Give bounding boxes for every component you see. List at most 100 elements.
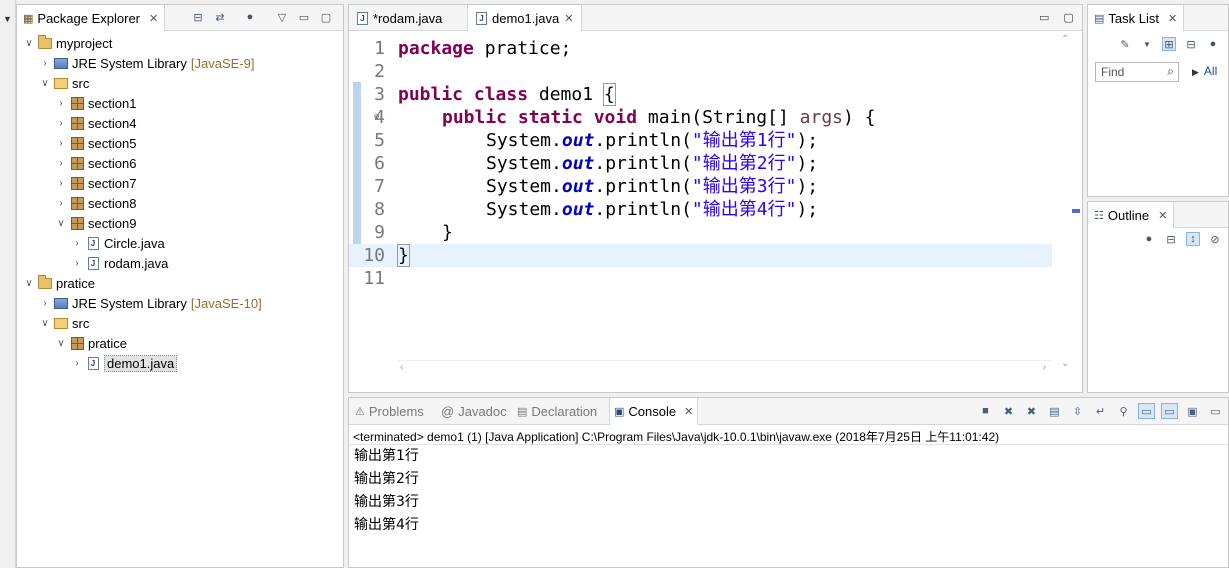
tab-declaration[interactable]: ▤ Declaration	[513, 398, 601, 425]
expand-arrow-icon[interactable]: ∨	[55, 338, 67, 349]
show-on-output-icon[interactable]: ▭	[1138, 403, 1155, 419]
tree-item-section4[interactable]: › section4	[17, 113, 343, 133]
scroll-left-icon[interactable]: ‹	[400, 362, 403, 373]
display-console-icon[interactable]: ▭	[1207, 403, 1224, 419]
tree-item-demo1-java[interactable]: › J demo1.java	[17, 353, 343, 373]
expand-arrow-icon[interactable]: ›	[55, 98, 67, 109]
hide-fields-icon[interactable]: ⊘	[1208, 232, 1222, 246]
expand-arrow-icon[interactable]: ›	[39, 58, 51, 69]
tree-item-section6[interactable]: › section6	[17, 153, 343, 173]
pin-console-icon[interactable]: ⚲	[1115, 403, 1132, 419]
tab-console[interactable]: ▣ Console ✕	[609, 398, 699, 425]
terminate-icon[interactable]: ■	[977, 403, 994, 419]
clear-console-icon[interactable]: ▤	[1046, 403, 1063, 419]
open-console-icon[interactable]: ▣	[1184, 403, 1201, 419]
tree-item-section5[interactable]: › section5	[17, 133, 343, 153]
tree-item-jre-library[interactable]: › JRE System Library [JavaSE-10]	[17, 293, 343, 313]
scheduled-icon[interactable]: ⊟	[1184, 37, 1198, 51]
scroll-up-icon[interactable]: ⌃	[1061, 34, 1069, 45]
scroll-lock-icon[interactable]: ⇳	[1069, 403, 1086, 419]
expand-arrow-icon[interactable]: ›	[55, 158, 67, 169]
tree-item-myproject[interactable]: ∨ myproject	[17, 33, 343, 53]
close-icon[interactable]: ✕	[684, 405, 693, 418]
expand-arrow-icon[interactable]: ∨	[39, 318, 51, 329]
package-icon	[69, 216, 85, 230]
tree-item-rodam-java[interactable]: › J rodam.java	[17, 253, 343, 273]
tree-item-src[interactable]: ∨ src	[17, 313, 343, 333]
package-explorer-title: Package Explorer	[37, 10, 141, 26]
search-icon[interactable]: ⌕	[1167, 64, 1174, 79]
tree-item-section8[interactable]: › section8	[17, 193, 343, 213]
close-icon[interactable]: ✕	[1158, 209, 1167, 222]
scroll-down-icon[interactable]: ⌄	[1061, 358, 1069, 369]
find-input[interactable]: Find ⌕	[1095, 62, 1179, 82]
all-filter-link[interactable]: ▶ All	[1192, 64, 1217, 78]
show-on-error-icon[interactable]: ▭	[1161, 403, 1178, 419]
expand-arrow-icon[interactable]: ∨	[23, 278, 35, 289]
code-token: System.	[486, 199, 562, 220]
tree-item-pratice-package[interactable]: ∨ pratice	[17, 333, 343, 353]
maximize-icon[interactable]: ▢	[319, 10, 333, 24]
tab-task-list[interactable]: ▤ Task List ✕	[1088, 5, 1185, 31]
expand-arrow-icon[interactable]: ∨	[39, 78, 51, 89]
tab-demo1-java[interactable]: J demo1.java ✕	[467, 5, 583, 31]
close-icon[interactable]: ✕	[564, 12, 573, 25]
code-token: );	[796, 153, 819, 174]
sort-icon[interactable]: ↕	[1186, 232, 1200, 246]
horizontal-scrollbar[interactable]: ‹ ›	[398, 360, 1054, 376]
collapse-all-icon[interactable]: ⊟	[191, 10, 205, 24]
task-list-view: ▤ Task List ✕ ✎ ▼ ⊞ ⊟ ● Find ⌕ ▶ All	[1087, 4, 1229, 197]
expand-arrow-icon[interactable]: ›	[55, 138, 67, 149]
expand-arrow-icon[interactable]: ∨	[55, 218, 67, 229]
tab-package-explorer[interactable]: ▦ Package Explorer ✕	[17, 5, 166, 31]
minimize-icon[interactable]: ▭	[297, 10, 311, 24]
scroll-right-icon[interactable]: ›	[1043, 362, 1046, 373]
filter-icon[interactable]: ●	[1142, 232, 1156, 246]
word-wrap-icon[interactable]: ↵	[1092, 403, 1109, 419]
package-explorer-view: ▦ Package Explorer ✕ ⊟ ⇄ ● ▽ ▭ ▢ ∨ mypro…	[16, 4, 344, 568]
expand-arrow-icon[interactable]: ∨	[23, 38, 35, 49]
tree-item-pratice-project[interactable]: ∨ pratice	[17, 273, 343, 293]
focus-icon[interactable]: ●	[1206, 37, 1220, 51]
expand-arrow-icon[interactable]: ›	[71, 358, 83, 369]
tree-item-circle-java[interactable]: › J Circle.java	[17, 233, 343, 253]
dropdown-icon[interactable]: ▼	[1140, 37, 1154, 51]
tree-item-src[interactable]: ∨ src	[17, 73, 343, 93]
maximize-icon[interactable]: ▢	[1063, 11, 1073, 24]
fold-toggle-icon[interactable]: ⊖	[374, 106, 379, 129]
categorized-icon[interactable]: ⊞	[1162, 37, 1176, 51]
filter-icon[interactable]: ●	[243, 10, 257, 24]
tab-rodam-java[interactable]: J *rodam.java	[349, 5, 450, 31]
expand-arrow-icon[interactable]: ›	[55, 198, 67, 209]
view-menu-icon[interactable]: ▼	[3, 14, 12, 24]
new-task-icon[interactable]: ✎	[1118, 37, 1132, 51]
tree-item-section9[interactable]: ∨ section9	[17, 213, 343, 233]
tab-javadoc[interactable]: @ Javadoc	[437, 398, 511, 425]
close-icon[interactable]: ✕	[1168, 12, 1177, 25]
tab-outline[interactable]: ☷ Outline ✕	[1088, 202, 1175, 228]
tree-item-section1[interactable]: › section1	[17, 93, 343, 113]
remove-all-terminated-icon[interactable]: ✖	[1023, 403, 1040, 419]
remove-launch-icon[interactable]: ✖	[1000, 403, 1017, 419]
expand-arrow-icon[interactable]: ›	[71, 258, 83, 269]
expand-arrow-icon[interactable]: ›	[55, 178, 67, 189]
close-icon[interactable]: ✕	[149, 12, 158, 25]
tree-item-section7[interactable]: › section7	[17, 173, 343, 193]
keyword: public class	[398, 84, 529, 105]
tree-item-jre-library[interactable]: › JRE System Library [JavaSE-9]	[17, 53, 343, 73]
console-output-line: 输出第3行	[354, 494, 419, 510]
eclipse-window: ▼ ▦ Package Explorer ✕ ⊟ ⇄ ● ▽ ▭ ▢ ∨ myp…	[0, 0, 1229, 568]
vertical-scrollbar[interactable]: ⌃ ⌄	[1052, 32, 1082, 376]
expand-arrow-icon[interactable]: ›	[71, 238, 83, 249]
code-line: 8 System.out.println("输出第4行");	[349, 198, 1054, 221]
overview-marker[interactable]	[1072, 209, 1080, 213]
collapse-all-icon[interactable]: ⊟	[1164, 232, 1178, 246]
static-field: out	[561, 153, 595, 174]
link-with-editor-icon[interactable]: ⇄	[213, 10, 227, 24]
expand-arrow-icon[interactable]: ›	[39, 298, 51, 309]
view-menu-icon[interactable]: ▽	[275, 10, 289, 24]
code-editor[interactable]: 1 package pratice; 2 3 public class demo…	[349, 32, 1054, 376]
expand-arrow-icon[interactable]: ›	[55, 118, 67, 129]
tab-problems[interactable]: ⚠ Problems	[351, 398, 428, 425]
minimize-icon[interactable]: ▭	[1039, 11, 1049, 24]
